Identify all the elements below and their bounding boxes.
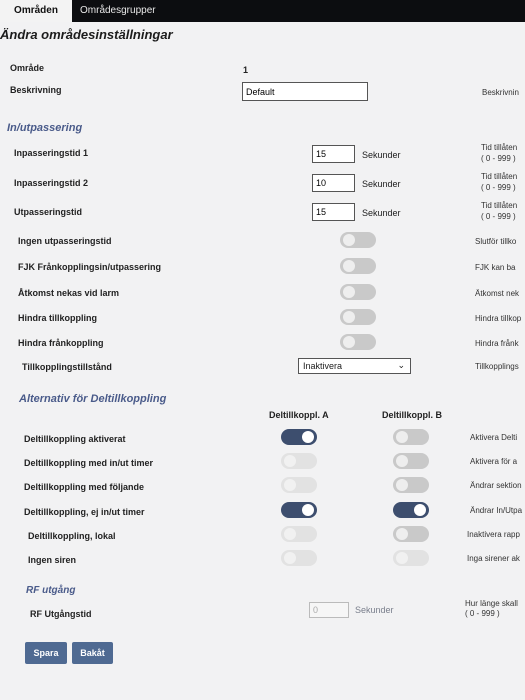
partial-b-toggle[interactable]	[393, 477, 429, 493]
arm-state-value: Inaktivera	[303, 361, 343, 371]
save-button[interactable]: Spara	[25, 642, 67, 664]
partial-a-toggle[interactable]	[281, 429, 317, 445]
partial-row-label: Deltillkoppling, lokal	[28, 531, 116, 541]
partial-row-label: Deltillkoppling aktiverat	[24, 434, 126, 444]
partial-b-toggle[interactable]	[393, 526, 429, 542]
partial-col-b-header: Deltillkoppl. B	[382, 410, 443, 420]
access-denied-toggle[interactable]	[340, 284, 376, 300]
partial-a-toggle[interactable]	[281, 453, 317, 469]
no-exit-time-hint: Slutför tillko	[475, 237, 517, 246]
exit-time-range: ( 0 - 999 )	[481, 212, 516, 221]
rf-time-range: ( 0 - 999 )	[465, 609, 500, 618]
entry-time-2-unit: Sekunder	[362, 179, 401, 189]
prevent-arm-toggle[interactable]	[340, 309, 376, 325]
partial-heading: Alternativ för Deltillkoppling	[19, 393, 167, 405]
rf-time-input[interactable]	[309, 602, 349, 618]
entry-time-1-range: ( 0 - 999 )	[481, 154, 516, 163]
entry-time-1-label: Inpasseringstid 1	[14, 148, 89, 158]
description-hint: Beskrivnin	[482, 88, 519, 97]
partial-b-toggle[interactable]	[393, 550, 429, 566]
fjk-disarm-hint: FJK kan ba	[475, 263, 516, 272]
exit-time-input[interactable]	[312, 203, 355, 221]
partial-row-label: Deltillkoppling med in/ut timer	[24, 458, 154, 468]
chevron-down-icon: ⌄	[397, 360, 405, 370]
back-button[interactable]: Bakåt	[72, 642, 113, 664]
partial-row-label: Deltillkoppling med följande	[24, 482, 145, 492]
partial-row-hint: Inaktivera rapp	[467, 530, 520, 539]
arm-state-hint: Tillkopplings	[475, 362, 519, 371]
entry-time-1-hint: Tid tillåten	[481, 143, 518, 152]
partial-b-toggle[interactable]	[393, 453, 429, 469]
exit-time-unit: Sekunder	[362, 208, 401, 218]
partial-row-hint: Aktivera Delti	[470, 433, 518, 442]
fjk-disarm-label: FJK Frånkopplingsin/utpassering	[18, 262, 162, 272]
exit-time-hint: Tid tillåten	[481, 201, 518, 210]
prevent-disarm-label: Hindra frånkoppling	[18, 338, 104, 348]
partial-col-a-header: Deltillkoppl. A	[269, 410, 329, 420]
partial-b-toggle[interactable]	[393, 429, 429, 445]
partial-b-toggle[interactable]	[393, 502, 429, 518]
partial-row-label: Deltillkoppling, ej in/ut timer	[24, 507, 145, 517]
entry-time-2-label: Inpasseringstid 2	[14, 178, 89, 188]
partial-row-hint: Aktivera för a	[470, 457, 518, 466]
rf-time-unit: Sekunder	[355, 605, 394, 615]
entry-time-2-input[interactable]	[312, 174, 355, 192]
partial-a-toggle[interactable]	[281, 550, 317, 566]
arm-state-label: Tillkopplingstillstånd	[22, 362, 112, 372]
tab-bar: Områden Områdesgrupper	[0, 0, 525, 22]
partial-row-hint: Ändrar In/Utpa	[470, 506, 523, 515]
rf-heading: RF utgång	[26, 585, 76, 596]
page-title: Ändra områdesinställningar	[0, 27, 173, 42]
partial-a-toggle[interactable]	[281, 477, 317, 493]
partial-row-hint: Ändrar sektion	[470, 481, 522, 490]
description-label: Beskrivning	[10, 85, 62, 95]
fjk-disarm-toggle[interactable]	[340, 258, 376, 274]
partial-a-toggle[interactable]	[281, 526, 317, 542]
no-exit-time-label: Ingen utpasseringstid	[18, 236, 112, 246]
partial-a-toggle[interactable]	[281, 502, 317, 518]
access-denied-hint: Åtkomst nek	[475, 289, 520, 298]
area-value: 1	[243, 65, 249, 75]
prevent-disarm-hint: Hindra frånk	[475, 339, 519, 348]
partial-row-hint: Inga sirener ak	[467, 554, 520, 563]
entry-time-2-range: ( 0 - 999 )	[481, 183, 516, 192]
in-out-heading: In/utpassering	[7, 122, 83, 134]
partial-row-label: Ingen siren	[28, 555, 77, 565]
description-input[interactable]	[242, 82, 368, 101]
exit-time-label: Utpasseringstid	[14, 207, 83, 217]
arm-state-select[interactable]: Inaktivera ⌄	[298, 358, 411, 374]
tab-area-groups[interactable]: Områdesgrupper	[80, 0, 156, 22]
rf-time-hint: Hur länge skall	[465, 599, 518, 608]
entry-time-1-unit: Sekunder	[362, 150, 401, 160]
no-exit-time-toggle[interactable]	[340, 232, 376, 248]
area-label: Område	[10, 63, 45, 73]
tab-areas[interactable]: Områden	[0, 0, 72, 22]
entry-time-2-hint: Tid tillåten	[481, 172, 518, 181]
prevent-arm-label: Hindra tillkoppling	[18, 313, 97, 323]
entry-time-1-input[interactable]	[312, 145, 355, 163]
prevent-arm-hint: Hindra tillkop	[475, 314, 522, 323]
access-denied-label: Åtkomst nekas vid larm	[18, 288, 120, 298]
rf-time-label: RF Utgångstid	[30, 609, 92, 619]
prevent-disarm-toggle[interactable]	[340, 334, 376, 350]
